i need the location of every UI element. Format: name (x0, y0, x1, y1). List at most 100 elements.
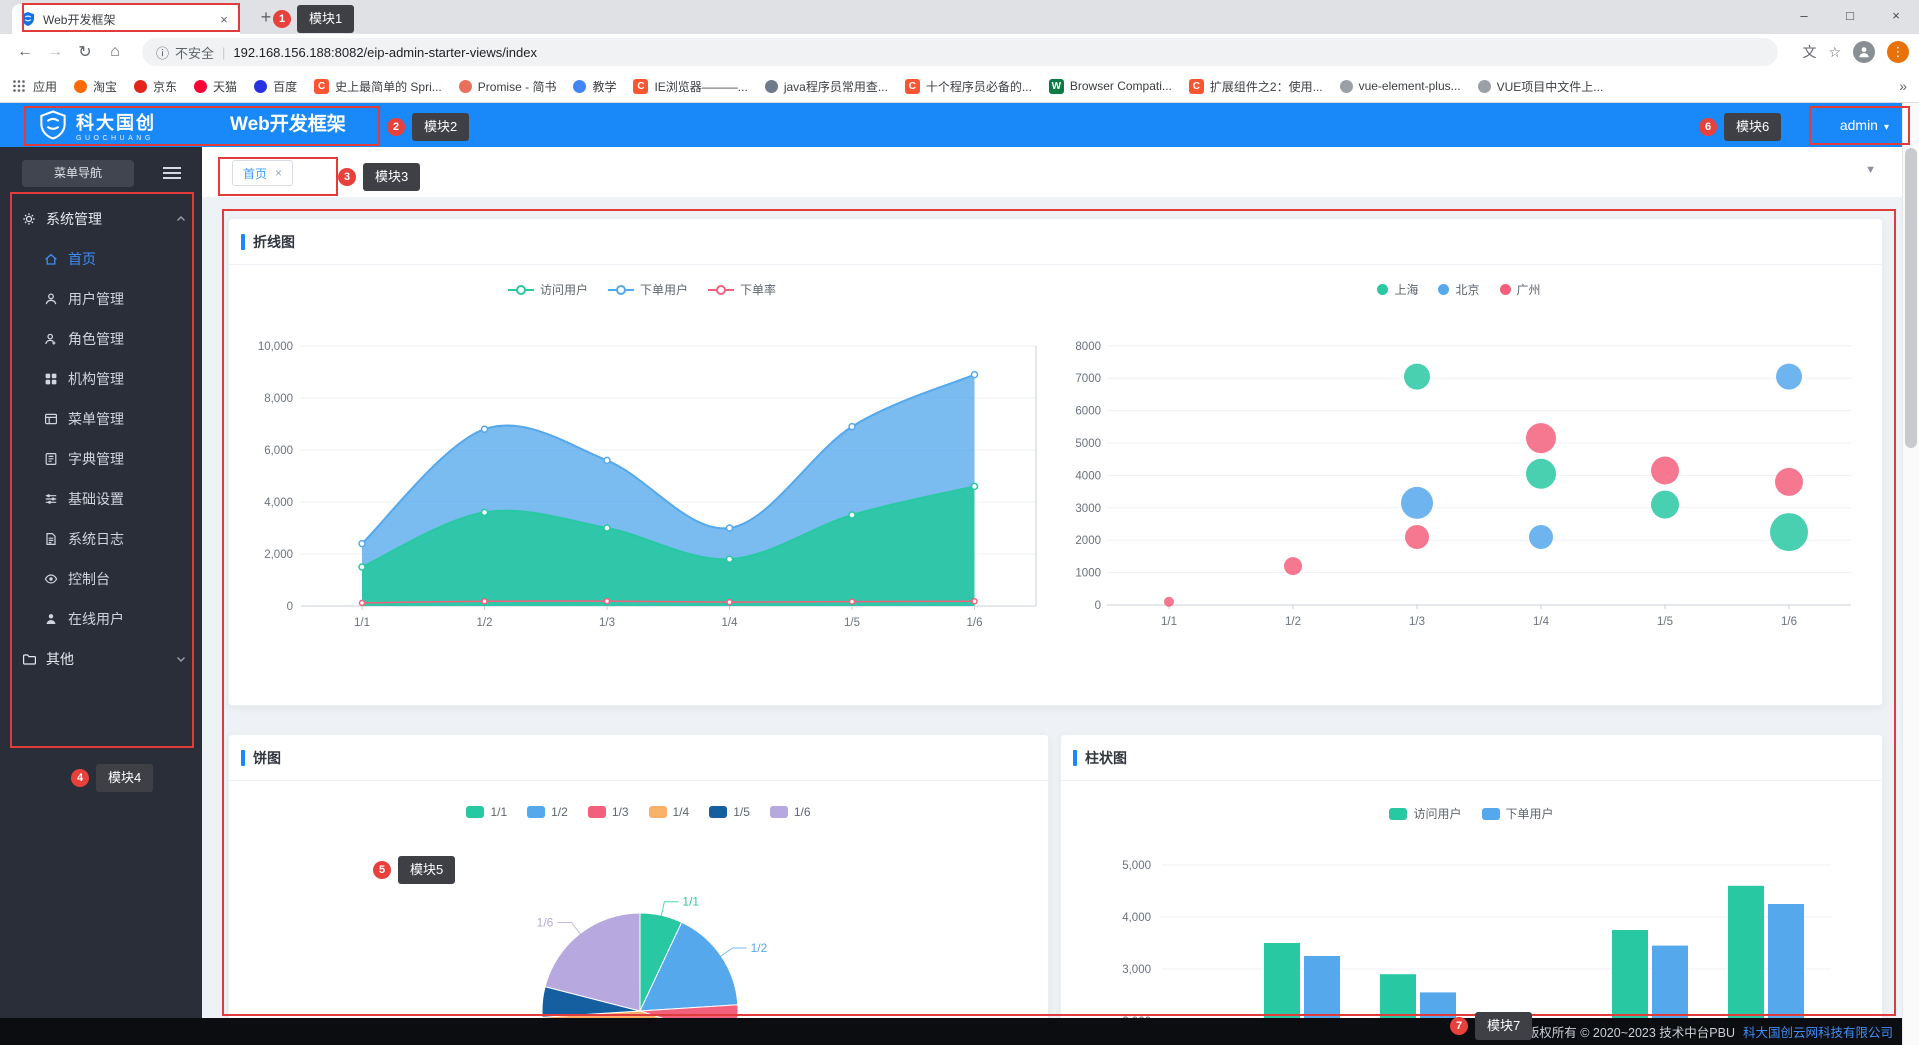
window-minimize-button[interactable]: – (1781, 0, 1827, 34)
bookmark-item[interactable]: Promise - 简书 (458, 78, 556, 95)
site-info-icon[interactable]: ⓘ (156, 43, 169, 62)
new-tab-button[interactable]: + (254, 6, 278, 30)
bookmark-item[interactable]: 百度 (254, 78, 297, 95)
browser-tab[interactable]: Web开发框架 × (12, 4, 240, 34)
bubble-chart[interactable]: 0 1000 2000 3000 4000 5000 6000 7000 8000 1/1 1/2 1… (1069, 277, 1859, 657)
legend-item[interactable]: 1/2 (527, 805, 568, 819)
tab-close-icon[interactable]: × (275, 166, 282, 180)
forward-button[interactable]: → (40, 43, 70, 61)
bookmark-item[interactable]: C IE浏览器———... (633, 78, 748, 95)
favicon-icon (1477, 79, 1491, 93)
bookmark-star-icon[interactable]: ☆ (1828, 44, 1841, 61)
sidebar-group-其他[interactable]: 其他 (0, 639, 202, 679)
bookmark-item[interactable]: vue-element-plus... (1339, 79, 1461, 93)
bookmark-item[interactable]: C 扩展组件之2：使用... (1188, 78, 1323, 95)
console-icon (44, 572, 58, 586)
reload-button[interactable]: ↻ (70, 42, 100, 62)
bookmark-item[interactable]: C 史上最简单的 Spri... (314, 78, 442, 95)
menu-nav-button[interactable]: 菜单导航 (22, 160, 134, 187)
translate-icon[interactable]: 文 (1802, 42, 1816, 62)
svg-text:10,000: 10,000 (258, 341, 293, 353)
tab-list-dropdown-icon[interactable]: ▼ (1865, 164, 1876, 176)
pie-chart[interactable]: 1/1 1/2 1/6 (390, 846, 890, 1045)
sidebar-item-控制台[interactable]: 控制台 (0, 559, 202, 599)
window-maximize-button[interactable]: □ (1827, 0, 1873, 34)
sidebar-item-label: 字典管理 (68, 451, 124, 467)
svg-text:3000: 3000 (1075, 503, 1101, 515)
svg-text:1/1: 1/1 (1161, 616, 1177, 628)
menu-list-icon (44, 412, 58, 426)
bookmark-item[interactable]: 应用 (12, 78, 57, 95)
bar-chart[interactable]: 01,0002,0003,0004,0005,0001/11/21/31/41/… (1091, 835, 1851, 1045)
svg-text:5000: 5000 (1075, 438, 1101, 450)
user-icon (44, 292, 58, 306)
bookmark-item[interactable]: VUE项目中文件上... (1477, 78, 1604, 95)
sidebar-group-label: 其他 (46, 651, 74, 667)
tab-close-icon[interactable]: × (216, 12, 232, 27)
browser-tab-title: Web开发框架 (43, 12, 116, 27)
browser-menu-update-icon[interactable]: ⋮ (1887, 41, 1909, 63)
app-header: 科大国创 GUOCHUANG Web开发框架 admin ▾ (0, 103, 1919, 147)
bookmark-label: java程序员常用查... (783, 79, 888, 94)
tab-home[interactable]: 首页 × (232, 160, 294, 186)
sidebar-item-字典管理[interactable]: 字典管理 (0, 439, 202, 479)
sidebar-item-系统日志[interactable]: 系统日志 (0, 519, 202, 559)
sidebar-item-用户管理[interactable]: 用户管理 (0, 279, 202, 319)
url-field[interactable]: ⓘ 不安全 | 192.168.156.188:8082/eip-admin-s… (142, 38, 1779, 66)
chevron-down-icon: ▾ (1883, 122, 1889, 133)
bookmark-label: VUE项目中文件上... (1496, 79, 1604, 94)
sidebar-item-角色管理[interactable]: 角色管理 (0, 319, 202, 359)
settings-icon (44, 492, 58, 506)
bookmarks-overflow-icon[interactable]: » (1899, 78, 1907, 94)
bookmarks-bar-items: 应用 淘宝 京东 天猫 百度 C 史上最简单的 Spri... Promise - 简书 教学 C… (12, 78, 1620, 95)
svg-text:4,000: 4,000 (1122, 912, 1151, 924)
panel-title-bar: 柱状图 (1061, 735, 1882, 781)
bookmark-item[interactable]: 教学 (573, 78, 616, 95)
title-accent-bar (1073, 749, 1077, 766)
user-menu[interactable]: admin ▾ (1840, 103, 1889, 150)
bookmark-item[interactable]: W Browser Compati... (1048, 78, 1172, 94)
hamburger-icon[interactable] (162, 166, 182, 185)
window-close-button[interactable]: × (1873, 0, 1919, 34)
bookmark-item[interactable]: 淘宝 (74, 78, 117, 95)
legend-item[interactable]: 1/3 (587, 805, 629, 819)
sidebar-item-机构管理[interactable]: 机构管理 (0, 359, 202, 399)
legend-item[interactable]: 1/6 (769, 805, 811, 819)
sidebar-item-在线用户[interactable]: 在线用户 (0, 599, 202, 639)
legend-item[interactable]: 1/1 (466, 805, 507, 819)
legend-item[interactable]: 访问用户 (1389, 805, 1462, 822)
sidebar-group-label: 系统管理 (46, 211, 102, 227)
site-favicon-icon (20, 11, 36, 27)
shield-logo-icon (38, 110, 68, 145)
favicon-icon (194, 79, 208, 93)
brand-logo[interactable]: 科大国创 GUOCHUANG (38, 110, 156, 145)
pie-chart-panel: 饼图 1/1 1/2 1/3 1/4 1/5 1/6 1/1 1/2 1/6 (228, 734, 1049, 1045)
sidebar-group-系统管理[interactable]: 系统管理 (0, 199, 202, 239)
tab-home-label: 首页 (243, 166, 268, 181)
svg-text:6,000: 6,000 (264, 445, 293, 457)
svg-text:2,000: 2,000 (264, 549, 293, 561)
scrollbar-thumb[interactable] (1905, 148, 1917, 448)
favicon-icon (74, 79, 88, 93)
profile-avatar[interactable] (1853, 41, 1875, 63)
page-scrollbar[interactable] (1902, 103, 1919, 1045)
bookmark-item[interactable]: 天猫 (194, 78, 237, 95)
legend-item[interactable]: 1/5 (709, 805, 750, 819)
bookmark-item[interactable]: java程序员常用查... (764, 78, 888, 95)
sidebar-menu: 系统管理首页 用户管理 角色管理 机构管理 菜单管理字典管理基础设置 系统日志 控制台在线用… (0, 199, 202, 679)
sidebar-item-基础设置[interactable]: 基础设置 (0, 479, 202, 519)
sidebar-item-label: 在线用户 (68, 611, 124, 627)
line-area-chart[interactable]: 0 2,000 4,000 6,000 8,000 10,000 1/1 1/2 1/3 1/4 1… (253, 277, 1053, 657)
sidebar-item-首页[interactable]: 首页 (0, 239, 202, 279)
svg-text:1/4: 1/4 (1533, 616, 1550, 628)
chevron-up-icon (176, 214, 186, 224)
legend-item[interactable]: 1/4 (648, 805, 689, 819)
legend-item[interactable]: 下单用户 (1481, 805, 1554, 822)
back-button[interactable]: ← (10, 43, 40, 61)
company-link[interactable]: 科大国创云网科技有限公司 (1743, 1022, 1893, 1041)
bookmark-item[interactable]: C 十个程序员必备的... (904, 78, 1032, 95)
home-button[interactable]: ⌂ (100, 43, 130, 61)
panel-title-pie: 饼图 (229, 735, 1048, 781)
sidebar-item-菜单管理[interactable]: 菜单管理 (0, 399, 202, 439)
bookmark-item[interactable]: 京东 (134, 78, 177, 95)
